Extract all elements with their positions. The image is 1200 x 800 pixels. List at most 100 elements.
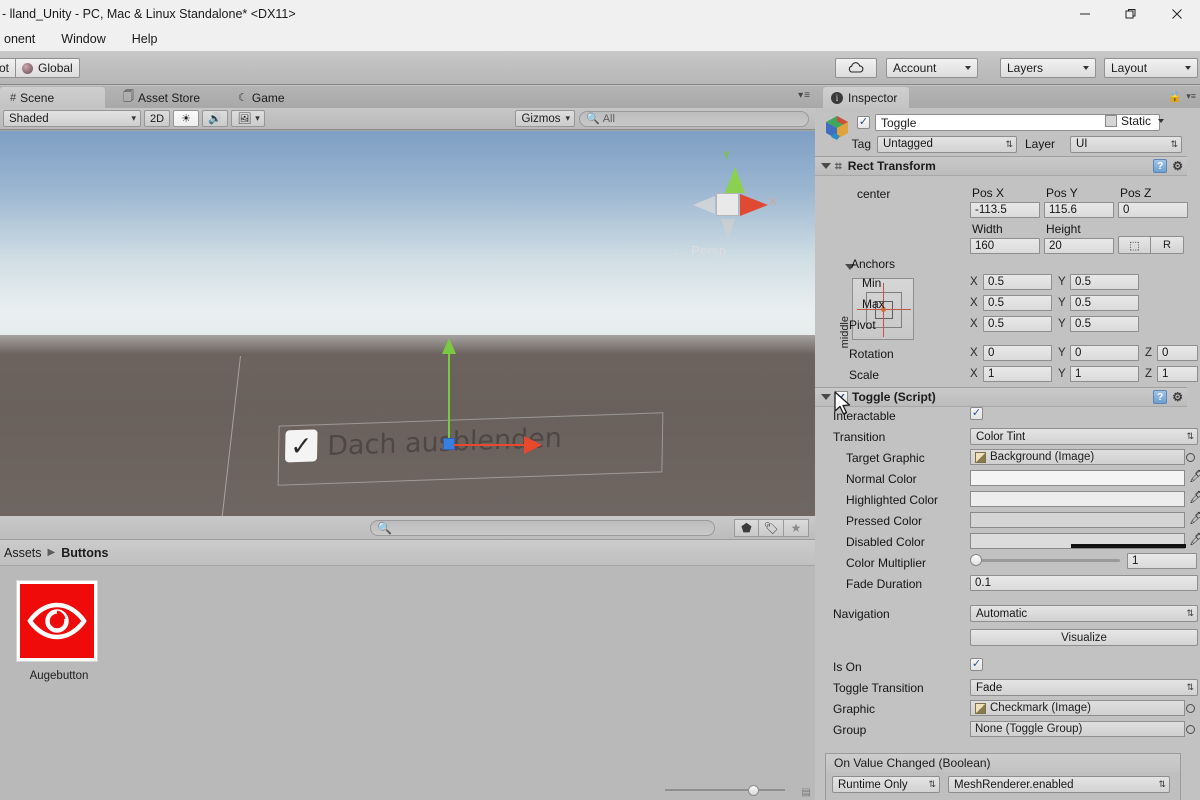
- scene-audio-toggle[interactable]: 🔊: [202, 110, 229, 127]
- move-gizmo[interactable]: [440, 338, 542, 466]
- help-icon[interactable]: ?: [1153, 159, 1168, 173]
- scene-fx-dropdown[interactable]: 🖼 ▾: [231, 110, 266, 127]
- rect-transform-header[interactable]: ⌗ Rect Transform ? ⚙: [815, 156, 1187, 176]
- draw-mode-dropdown[interactable]: Shaded ▾: [3, 110, 141, 127]
- fade-duration-input[interactable]: 0.1: [970, 575, 1198, 591]
- pos-z-input[interactable]: 0: [1118, 202, 1188, 218]
- chevron-down-icon[interactable]: [1158, 119, 1165, 123]
- asset-zoom-slider[interactable]: [665, 784, 785, 796]
- rotation-z-input[interactable]: 0: [1157, 345, 1198, 361]
- foldout-icon[interactable]: [821, 394, 831, 400]
- gizmos-dropdown[interactable]: Gizmos ▾: [515, 110, 575, 127]
- color-multiplier-slider-knob[interactable]: [970, 554, 982, 566]
- tab-asset-store[interactable]: 🗍 Asset Store: [113, 87, 210, 108]
- anchor-max-x-input[interactable]: 0.5: [983, 295, 1052, 311]
- anchor-min-y-input[interactable]: 0.5: [1070, 274, 1139, 290]
- tag-dropdown[interactable]: Untagged ⇅: [877, 135, 1017, 153]
- normal-color-swatch[interactable]: [970, 470, 1185, 486]
- pivot-y-input[interactable]: 0.5: [1070, 316, 1139, 332]
- asset-item[interactable]: Augebutton: [16, 580, 102, 682]
- gear-icon[interactable]: ⚙: [1172, 159, 1183, 173]
- graphic-picker-icon[interactable]: [1186, 704, 1195, 713]
- rotation-y-input[interactable]: 0: [1070, 345, 1139, 361]
- pivot-mode-button[interactable]: ot: [0, 58, 17, 78]
- color-multiplier-slider-track[interactable]: [975, 559, 1120, 562]
- scene-resize-grip[interactable]: ▤: [800, 501, 809, 512]
- menu-window[interactable]: Window: [57, 30, 109, 48]
- event-function-dropdown[interactable]: MeshRenderer.enabled ⇅: [948, 776, 1170, 793]
- help-icon[interactable]: ?: [1153, 390, 1168, 404]
- width-input[interactable]: 160: [970, 238, 1040, 254]
- static-checkbox[interactable]: [1105, 115, 1117, 127]
- label-filter-icon[interactable]: 🏷: [759, 519, 784, 537]
- group-objectfield[interactable]: None (Toggle Group): [970, 721, 1185, 737]
- breadcrumb-buttons[interactable]: Buttons: [61, 546, 108, 560]
- object-filter-icon[interactable]: ⬟: [734, 519, 759, 537]
- breadcrumb-assets[interactable]: Assets: [4, 546, 42, 560]
- scene-lighting-toggle[interactable]: ☀: [173, 110, 200, 127]
- menu-component[interactable]: onent: [0, 30, 39, 48]
- visualize-button[interactable]: Visualize: [970, 629, 1198, 646]
- color-multiplier-input[interactable]: 1: [1127, 553, 1197, 569]
- minimize-button[interactable]: [1062, 0, 1108, 27]
- favorite-filter-icon[interactable]: ★: [784, 519, 809, 537]
- height-input[interactable]: 20: [1044, 238, 1114, 254]
- pivot-x-input[interactable]: 0.5: [983, 316, 1052, 332]
- scene-viewport[interactable]: ✓ Dach ausblenden Y X ← Persp ▤: [0, 131, 815, 516]
- transition-dropdown[interactable]: Color Tint ⇅: [970, 428, 1198, 445]
- is-on-checkbox[interactable]: ✓: [970, 658, 983, 671]
- gear-icon[interactable]: ⚙: [1172, 390, 1183, 404]
- highlighted-color-swatch[interactable]: [970, 491, 1185, 507]
- tab-game[interactable]: ☾ Game: [228, 87, 295, 108]
- target-graphic-picker-icon[interactable]: [1186, 453, 1195, 462]
- menu-icon[interactable]: ▾≡: [1186, 91, 1196, 102]
- eyedropper-icon[interactable]: 🖊: [1189, 490, 1200, 504]
- project-resize-grip[interactable]: ▤: [802, 787, 811, 798]
- navigation-dropdown[interactable]: Automatic ⇅: [970, 605, 1198, 622]
- slider-knob[interactable]: [748, 784, 759, 796]
- pivot-space-button[interactable]: Global: [16, 58, 80, 78]
- tab-inspector[interactable]: i Inspector: [823, 87, 910, 108]
- toggle-script-enabled-checkbox[interactable]: ✓: [835, 390, 848, 404]
- eyedropper-icon[interactable]: 🖊: [1189, 532, 1200, 546]
- scale-x-input[interactable]: 1: [983, 366, 1052, 382]
- eyedropper-icon[interactable]: 🖊: [1189, 469, 1200, 483]
- target-graphic-objectfield[interactable]: Background (Image): [970, 449, 1185, 465]
- layer-dropdown[interactable]: UI ⇅: [1070, 135, 1182, 153]
- anchor-max-y-input[interactable]: 0.5: [1070, 295, 1139, 311]
- group-picker-icon[interactable]: [1186, 725, 1195, 734]
- blueprint-mode-button[interactable]: ⬚: [1118, 236, 1151, 254]
- scene-orientation-gizmo[interactable]: Y X ← Persp: [671, 150, 776, 261]
- layout-button[interactable]: Layout: [1104, 58, 1198, 78]
- graphic-objectfield[interactable]: Checkmark (Image): [970, 700, 1185, 716]
- toggle-2d-button[interactable]: 2D: [144, 110, 171, 127]
- foldout-icon[interactable]: [821, 163, 831, 169]
- restore-button[interactable]: [1108, 0, 1154, 27]
- pressed-color-swatch[interactable]: [970, 512, 1185, 528]
- scene-tab-menu-icon[interactable]: ▾≡: [798, 90, 811, 101]
- menu-help[interactable]: Help: [128, 30, 162, 48]
- toggle-transition-dropdown[interactable]: Fade ⇅: [970, 679, 1198, 696]
- lock-icon[interactable]: 🔒: [1168, 90, 1182, 103]
- event-call-mode-dropdown[interactable]: Runtime Only ⇅: [832, 776, 940, 793]
- scale-y-input[interactable]: 1: [1070, 366, 1139, 382]
- gameobject-enabled-checkbox[interactable]: ✓: [857, 116, 870, 129]
- project-search-input[interactable]: 🔍: [370, 520, 715, 536]
- interactable-checkbox[interactable]: ✓: [970, 407, 983, 420]
- layers-button[interactable]: Layers: [1000, 58, 1096, 78]
- account-button[interactable]: Account: [886, 58, 978, 78]
- cloud-button[interactable]: [835, 58, 877, 78]
- tab-scene[interactable]: # Scene: [0, 87, 105, 108]
- pos-x-input[interactable]: -113.5: [970, 202, 1040, 218]
- eyedropper-icon[interactable]: 🖊: [1189, 511, 1200, 525]
- disabled-color-swatch[interactable]: [970, 533, 1186, 549]
- pos-y-input[interactable]: 115.6: [1044, 202, 1114, 218]
- scale-z-input[interactable]: 1: [1157, 366, 1198, 382]
- scene-search-input[interactable]: 🔍 All: [579, 110, 809, 127]
- anchor-min-x-input[interactable]: 0.5: [983, 274, 1052, 290]
- close-button[interactable]: [1154, 0, 1200, 27]
- raw-edit-button[interactable]: R: [1151, 236, 1184, 254]
- rotation-x-input[interactable]: 0: [983, 345, 1052, 361]
- toggle-script-header[interactable]: ✓ Toggle (Script) ? ⚙: [815, 387, 1187, 407]
- static-toggle[interactable]: Static: [1105, 114, 1165, 128]
